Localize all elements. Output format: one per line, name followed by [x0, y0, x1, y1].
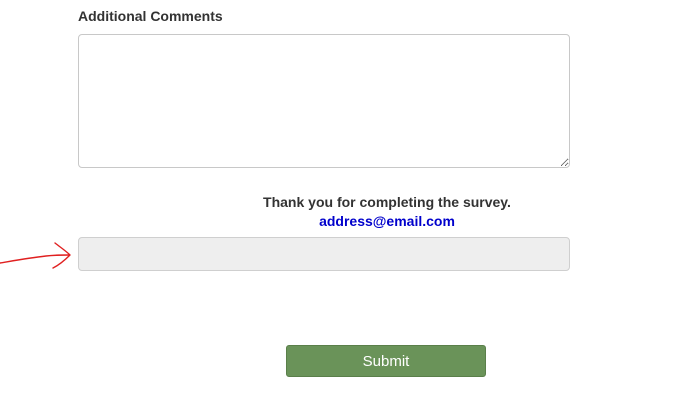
thank-you-message: Thank you for completing the survey. [263, 194, 511, 210]
additional-comments-label: Additional Comments [78, 8, 223, 24]
thank-you-block: Thank you for completing the survey. add… [254, 193, 520, 230]
email-link[interactable]: address@email.com [254, 212, 520, 230]
survey-extra-input[interactable] [78, 237, 570, 271]
submit-button[interactable]: Submit [286, 345, 486, 377]
red-arrow-icon [0, 242, 71, 269]
additional-comments-textarea[interactable] [78, 34, 570, 168]
